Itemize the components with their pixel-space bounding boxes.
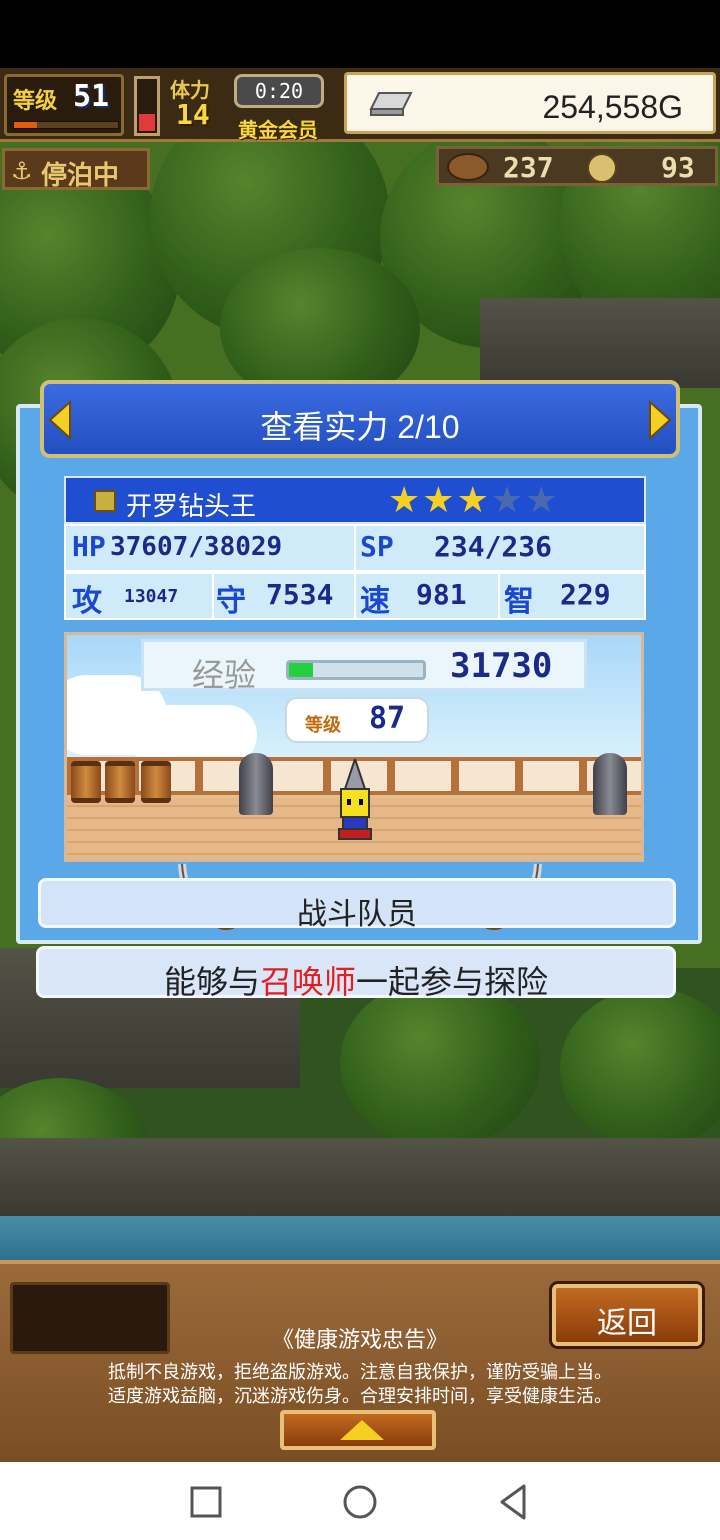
docked-status-label: 停泊中 [41,161,120,191]
stat-row-attributes: 攻 13047 守 7534 速 981 智 229 [64,572,646,620]
gold-bar-icon [369,92,413,116]
membership-badge[interactable]: 黄金会员 [238,114,318,143]
level-progress-bar [13,121,119,129]
food-icon [447,153,489,181]
dialog-title: 查看实力 2/10 [260,409,460,445]
rarity-stars: ★★★★★ [388,480,559,521]
star-empty-icon: ★ [490,480,526,521]
health-advice-line2: 适度游戏益脑，沉迷游戏伤身。合理安排时间，享受健康生活。 [108,1386,612,1407]
stamina-gauge [134,76,160,136]
hp-value: 37607/38029 [110,532,283,562]
hp-label: HP [72,530,106,563]
sp-value: 234/236 [434,530,553,563]
player-level-box[interactable]: 等级 51 [4,74,124,136]
bottom-panel: 返回 《健康游戏忠告》 抵制不良游戏，拒绝盗版游戏。注意自我保护，谨防受骗上当。… [0,1260,720,1462]
dialog-title-bar: 查看实力 2/10 [40,380,680,458]
anchor-icon: ⚓ [11,157,33,185]
level-progress-fill [14,122,37,128]
home-icon[interactable] [338,1480,382,1524]
stamina-timer: 0:20 [234,74,324,108]
attack-value: 13047 [124,586,179,607]
character-name-row: 开罗钻头王 ★★★★★ [64,476,646,524]
recent-apps-icon[interactable] [184,1480,228,1524]
resources-display: 237 93 [436,146,718,186]
experience-label: 经验 [192,656,257,694]
description-text: 一起参与探险 [356,963,549,1001]
job-icon [94,490,116,512]
top-hud: 等级 51 体力 14 0:20 黄金会员 254,558G [0,68,720,142]
medal-icon [587,153,617,183]
character-scene: 经验 31730 等级 87 [64,632,644,862]
role-bar: 战斗队员 [38,878,676,932]
description-highlight: 召唤师 [259,963,356,1001]
drill-character-sprite[interactable] [333,759,377,843]
character-level-bubble: 等级 87 [285,697,429,743]
medal-amount: 93 [661,151,695,184]
intelligence-label: 智 [504,584,534,619]
attack-label: 攻 [72,584,102,619]
divider [498,574,500,618]
stamina-value: 14 [176,98,210,131]
up-arrow-icon [340,1420,384,1440]
stamina-fill [139,114,155,131]
character-description: 能够与召唤师一起参与探险 [39,957,673,1003]
barrel [105,761,135,803]
character-name: 开罗钻头王 [126,492,257,522]
speed-label: 速 [360,584,390,619]
character-level: 87 [369,701,406,736]
intelligence-value: 229 [560,578,611,611]
player-level: 51 [73,79,110,114]
barrel [141,761,171,803]
health-advice-title: 《健康游戏忠告》 [271,1328,448,1353]
level-label: 等级 [13,89,58,114]
star-empty-icon: ★ [525,480,560,521]
experience-box: 经验 31730 [141,639,587,694]
cloud [127,705,257,765]
food-amount: 237 [503,151,554,184]
star-filled-icon: ★ [422,480,457,521]
description-text: 能够与 [163,963,260,1001]
status-bar [0,0,720,68]
gold-display[interactable]: 254,558G [344,72,716,134]
cannon [239,753,273,815]
system-nav-bar [0,1462,720,1540]
description-bar: 能够与召唤师一起参与探险 [36,946,676,1001]
gold-amount: 254,558G [542,89,683,125]
experience-bar [286,660,426,680]
character-level-label: 等级 [305,715,341,736]
defense-label: 守 [216,584,246,619]
sp-label: SP [360,530,394,563]
star-filled-icon: ★ [456,480,491,521]
divider [354,574,356,618]
character-role: 战斗队员 [297,897,417,932]
expand-menu-button[interactable] [280,1410,436,1450]
divider [212,574,214,618]
experience-bar-fill [289,663,314,677]
cannon [593,753,627,815]
health-advice-line1: 抵制不良游戏，拒绝盗版游戏。注意自我保护，谨防受骗上当。 [108,1362,612,1383]
divider [354,526,356,570]
speed-value: 981 [416,578,467,611]
next-character-button[interactable] [646,400,674,440]
docked-status[interactable]: ⚓ 停泊中 [2,148,150,191]
barrel [71,761,101,803]
back-nav-icon[interactable] [492,1480,536,1524]
experience-value: 31730 [450,646,553,686]
defense-value: 7534 [266,578,334,611]
stat-row-hp-sp: HP 37607/38029 SP 234/236 [64,524,646,572]
star-filled-icon: ★ [388,480,423,521]
